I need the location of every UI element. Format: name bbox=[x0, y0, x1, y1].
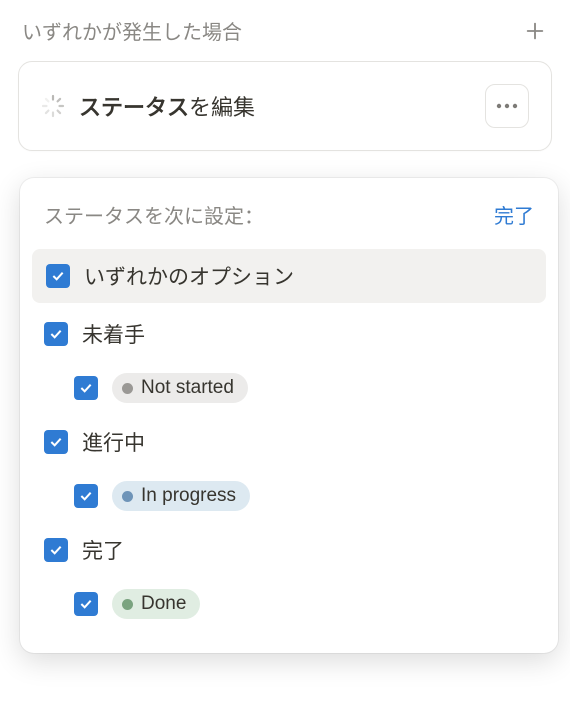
group-row-in-progress[interactable]: 進行中 bbox=[20, 415, 558, 469]
action-title-rest: を編集 bbox=[189, 95, 255, 120]
group-label: 進行中 bbox=[82, 427, 145, 457]
status-pill-done: Done bbox=[112, 589, 200, 619]
check-icon bbox=[78, 596, 94, 612]
status-dot-icon bbox=[122, 491, 133, 502]
check-icon bbox=[50, 268, 66, 284]
check-icon bbox=[78, 380, 94, 396]
status-pill-label: Done bbox=[141, 593, 186, 615]
status-pill-label: Not started bbox=[141, 377, 234, 399]
checkbox-group-in-progress[interactable] bbox=[44, 430, 68, 454]
status-pill-not-started: Not started bbox=[112, 373, 248, 403]
check-icon bbox=[48, 542, 64, 558]
status-dot-icon bbox=[122, 383, 133, 394]
check-icon bbox=[48, 326, 64, 342]
more-button[interactable] bbox=[485, 84, 529, 128]
any-option-row[interactable]: いずれかのオプション bbox=[32, 249, 546, 303]
group-row-done[interactable]: 完了 bbox=[20, 523, 558, 577]
status-select-popup: ステータスを次に設定： 完了 いずれかのオプション 未着手 Not starte… bbox=[20, 178, 558, 653]
action-card[interactable]: ステータスを編集 bbox=[18, 61, 552, 151]
action-card-left: ステータスを編集 bbox=[41, 90, 255, 122]
group-label: 完了 bbox=[82, 535, 124, 565]
checkbox-done[interactable] bbox=[74, 592, 98, 616]
option-row-not-started[interactable]: Not started bbox=[20, 361, 558, 415]
ellipsis-icon bbox=[496, 103, 518, 109]
popup-header: ステータスを次に設定： 完了 bbox=[20, 196, 558, 245]
checkbox-any[interactable] bbox=[46, 264, 70, 288]
checkbox-group-not-started[interactable] bbox=[44, 322, 68, 346]
checkbox-not-started[interactable] bbox=[74, 376, 98, 400]
any-option-label: いずれかのオプション bbox=[84, 261, 294, 291]
status-pill-in-progress: In progress bbox=[112, 481, 250, 511]
popup-header-label: ステータスを次に設定： bbox=[44, 200, 264, 229]
check-icon bbox=[78, 488, 94, 504]
action-title-bold: ステータス bbox=[79, 95, 189, 120]
trigger-header: いずれかが発生した場合 bbox=[0, 0, 570, 55]
action-title: ステータスを編集 bbox=[79, 90, 255, 122]
checkbox-in-progress[interactable] bbox=[74, 484, 98, 508]
plus-icon bbox=[524, 20, 546, 42]
option-row-in-progress[interactable]: In progress bbox=[20, 469, 558, 523]
checkbox-group-done[interactable] bbox=[44, 538, 68, 562]
done-button[interactable]: 完了 bbox=[494, 200, 534, 229]
trigger-title: いずれかが発生した場合 bbox=[22, 16, 242, 45]
loading-icon bbox=[41, 94, 65, 118]
add-trigger-button[interactable] bbox=[522, 18, 548, 44]
status-dot-icon bbox=[122, 599, 133, 610]
check-icon bbox=[48, 434, 64, 450]
group-row-not-started[interactable]: 未着手 bbox=[20, 307, 558, 361]
group-label: 未着手 bbox=[82, 319, 145, 349]
status-pill-label: In progress bbox=[141, 485, 236, 507]
option-row-done[interactable]: Done bbox=[20, 577, 558, 631]
